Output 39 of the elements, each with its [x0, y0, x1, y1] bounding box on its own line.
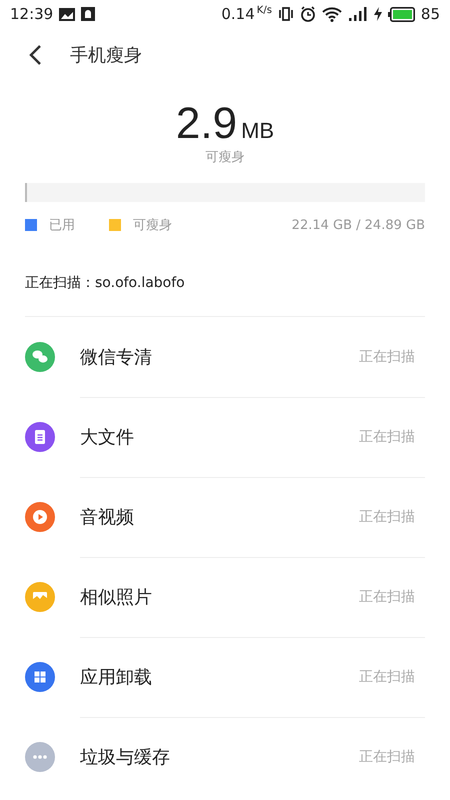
- scan-status: 正在扫描: [359, 508, 415, 526]
- battery-icon: [388, 6, 415, 22]
- scan-status: 正在扫描: [359, 588, 415, 606]
- vibrate-icon: [278, 7, 294, 21]
- network-speed: 0.14: [221, 5, 255, 23]
- speed-unit: K/s: [256, 5, 272, 16]
- scanning-text: 正在扫描：so.ofo.labofo: [25, 274, 425, 317]
- category-label: 音视频: [80, 506, 135, 528]
- scan-status: 正在扫描: [359, 668, 415, 686]
- category-label: 相似照片: [80, 586, 153, 608]
- scan-status: 正在扫描: [359, 428, 415, 446]
- amount-caption: 可瘦身: [206, 149, 244, 166]
- category-label: 微信专清: [80, 346, 153, 368]
- category-item[interactable]: 垃圾与缓存 正在扫描: [0, 717, 450, 797]
- notification-icon: [81, 7, 96, 21]
- wifi-icon: [322, 6, 342, 22]
- slim-amount: 2.9: [176, 102, 238, 146]
- alarm-icon: [300, 6, 316, 22]
- page-title: 手机瘦身: [70, 44, 142, 67]
- category-label: 应用卸载: [80, 666, 153, 688]
- storage-usage: 22.14 GB / 24.89 GB: [292, 218, 425, 232]
- signal-icon: [348, 7, 368, 21]
- scan-status: 正在扫描: [359, 748, 415, 766]
- image-notification-icon: [59, 8, 76, 20]
- category-item[interactable]: 应用卸载 正在扫描: [0, 637, 450, 717]
- category-item[interactable]: 音视频 正在扫描: [0, 477, 450, 557]
- status-time: 12:39: [10, 5, 54, 23]
- category-label: 大文件: [80, 426, 135, 448]
- legend-label: 已用: [49, 217, 75, 234]
- amount-unit: MB: [241, 118, 274, 144]
- category-item[interactable]: 微信专清 正在扫描: [0, 317, 450, 397]
- charging-icon: [374, 7, 382, 21]
- battery-percent: 85: [420, 5, 440, 23]
- category-item[interactable]: 大文件 正在扫描: [0, 397, 450, 477]
- back-icon[interactable]: [28, 44, 42, 66]
- legend-label: 可瘦身: [133, 217, 172, 234]
- category-item[interactable]: 相似照片 正在扫描: [0, 557, 450, 637]
- category-label: 垃圾与缓存: [80, 746, 171, 769]
- scan-status: 正在扫描: [359, 348, 415, 366]
